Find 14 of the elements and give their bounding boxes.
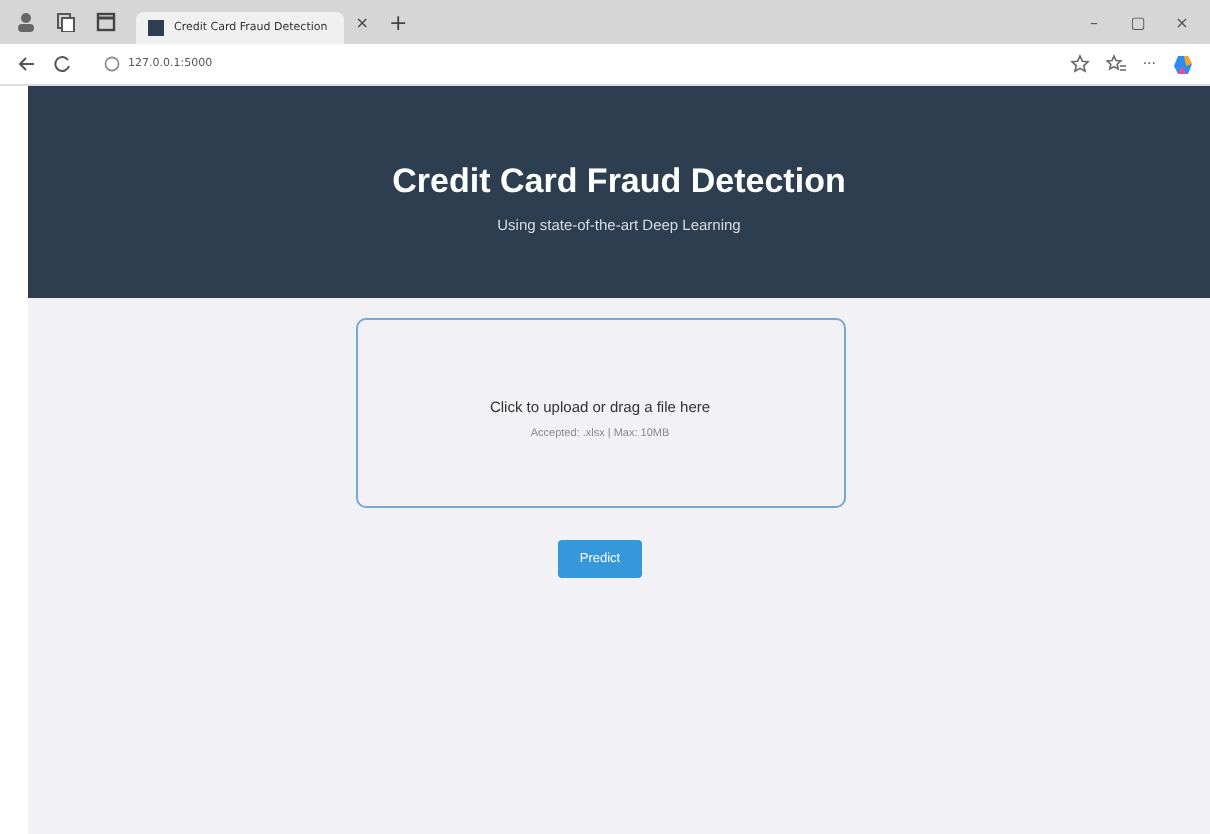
new-tab-button[interactable]: + (388, 9, 408, 35)
minimize-button[interactable]: – (1082, 13, 1106, 31)
back-icon[interactable] (16, 54, 36, 74)
page-title: Credit Card Fraud Detection (392, 162, 846, 202)
close-tab-button[interactable]: × (355, 13, 369, 31)
profile-icon[interactable] (16, 12, 36, 32)
collections-icon[interactable] (56, 12, 76, 32)
close-button[interactable]: × (1170, 13, 1194, 31)
refresh-icon[interactable] (52, 54, 72, 74)
star-icon[interactable] (1070, 54, 1091, 74)
tab-actions-icon[interactable] (96, 12, 116, 32)
maximize-button[interactable]: ▢ (1126, 13, 1150, 31)
favorites-icon[interactable] (1106, 54, 1127, 74)
copilot-icon[interactable] (1172, 53, 1194, 75)
